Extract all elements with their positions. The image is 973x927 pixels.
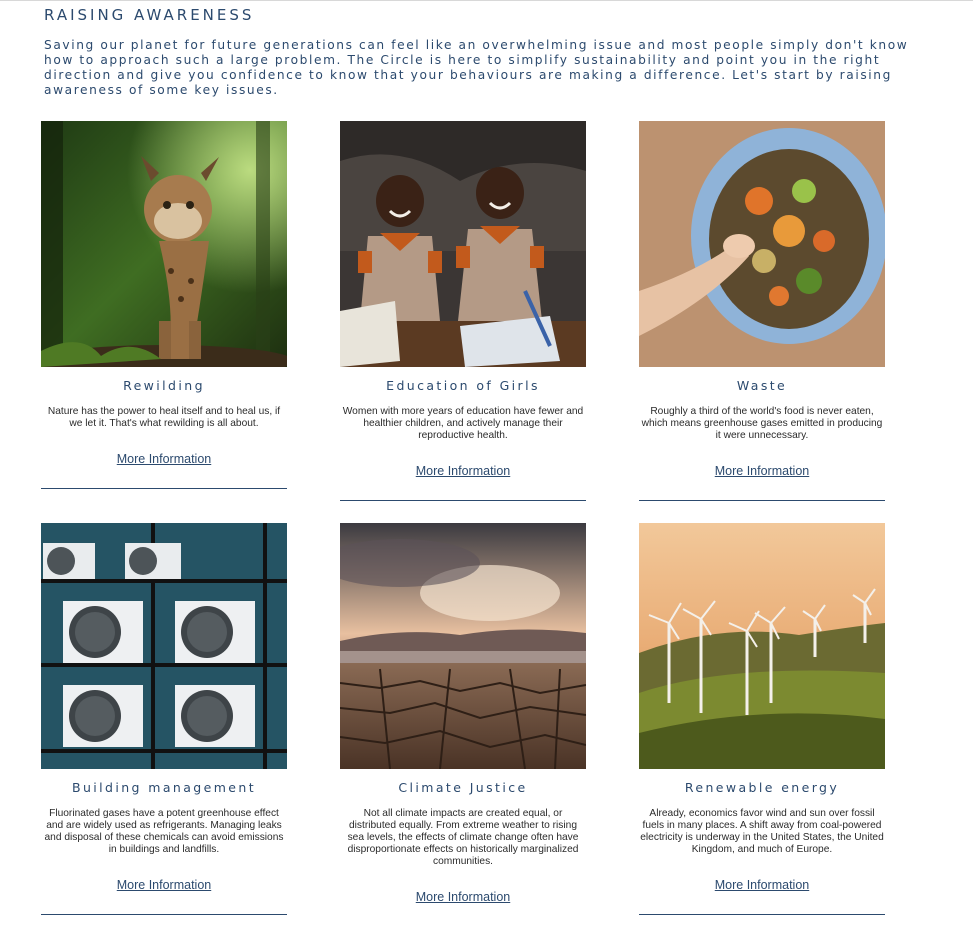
section-intro: Saving our planet for future generations… <box>44 38 909 97</box>
raising-awareness-section: RAISING AWARENESS Saving our planet for … <box>0 0 973 927</box>
waste-image <box>639 121 885 367</box>
card-description: Fluorinated gases have a potent greenhou… <box>44 808 284 855</box>
card-divider <box>41 488 287 489</box>
card-title: Education of Girls <box>386 378 540 393</box>
more-information-link[interactable]: More Information <box>340 464 586 478</box>
card-climate-justice: Climate Justice Not all climate impacts … <box>340 523 586 923</box>
card-divider <box>41 914 287 915</box>
rewilding-image <box>41 121 287 367</box>
card-title: Rewilding <box>123 378 205 393</box>
card-education-of-girls: Education of Girls Women with more years… <box>340 121 586 503</box>
card-waste: Waste Roughly a third of the world's foo… <box>639 121 885 503</box>
card-title: Building management <box>71 780 256 795</box>
card-title: Waste <box>736 378 788 393</box>
building-management-image <box>41 523 287 769</box>
climate-justice-image <box>340 523 586 769</box>
card-description: Roughly a third of the world's food is n… <box>641 406 883 441</box>
education-of-girls-image <box>340 121 586 367</box>
section-heading: RAISING AWARENESS <box>44 6 255 24</box>
card-building-management: Building management Fluorinated gases ha… <box>41 523 287 917</box>
renewable-energy-image <box>639 523 885 769</box>
card-title: Renewable energy <box>684 780 840 795</box>
more-information-link[interactable]: More Information <box>41 452 287 466</box>
card-divider <box>639 500 885 501</box>
more-information-link[interactable]: More Information <box>340 890 586 904</box>
card-title: Climate Justice <box>398 780 528 795</box>
more-information-link[interactable]: More Information <box>639 878 885 892</box>
card-rewilding: Rewilding Nature has the power to heal i… <box>41 121 287 491</box>
card-description: Not all climate impacts are created equa… <box>347 808 579 867</box>
more-information-link[interactable]: More Information <box>639 464 885 478</box>
card-description: Women with more years of education have … <box>342 406 584 441</box>
card-renewable-energy: Renewable energy Already, economics favo… <box>639 523 885 917</box>
card-divider <box>639 914 885 915</box>
card-description: Nature has the power to heal itself and … <box>47 406 281 429</box>
card-divider <box>340 500 586 501</box>
more-information-link[interactable]: More Information <box>41 878 287 892</box>
card-description: Already, economics favor wind and sun ov… <box>640 808 884 855</box>
